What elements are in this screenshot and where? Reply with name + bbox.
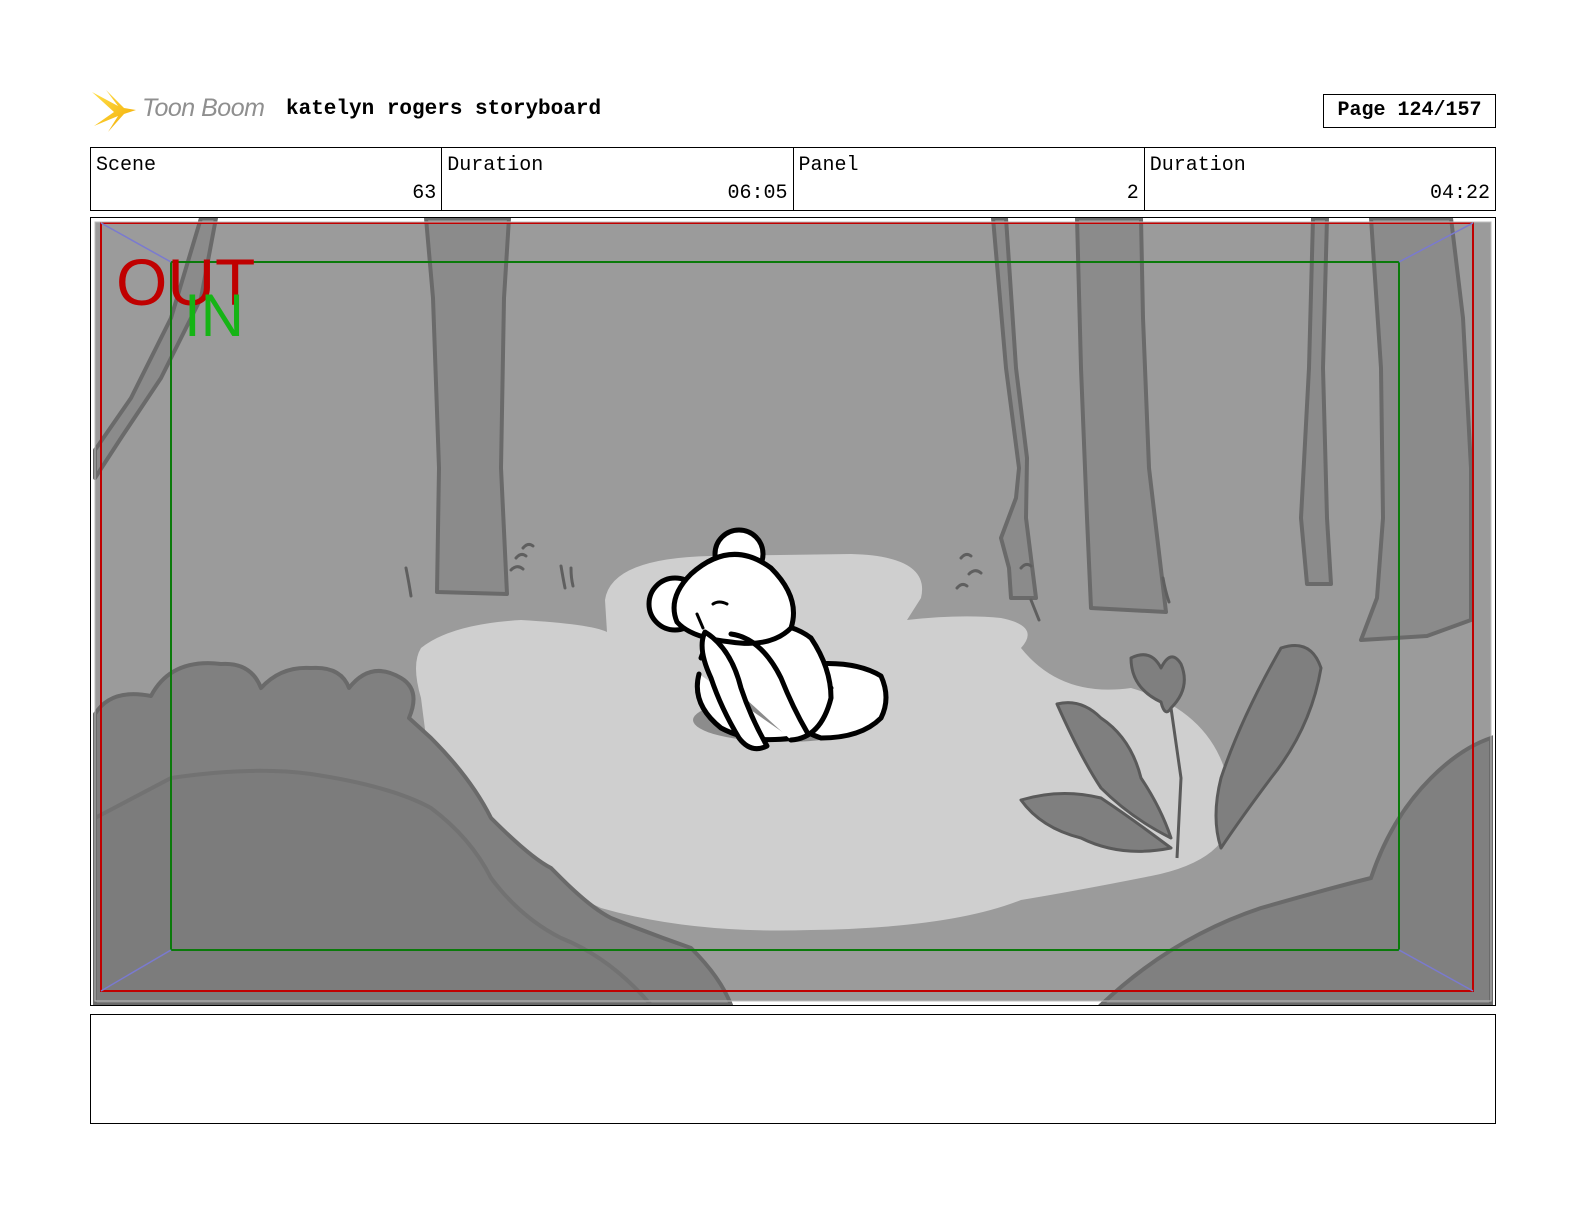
scene-cell: Scene 63 [91,148,443,210]
panel-duration-cell: Duration 04:22 [1145,148,1495,210]
panel-cell: Panel 2 [794,148,1145,210]
in-marker: IN [184,282,244,349]
document-title: katelyn rogers storyboard [286,98,602,121]
scene-duration-cell: Duration 06:05 [442,148,794,210]
toon-boom-logo: Toon Boom [90,86,276,136]
panel-drawing [91,218,1495,1005]
storyboard-panel: OUT IN [90,217,1496,1006]
scene-label: Scene [96,154,157,177]
panel-duration-value: 04:22 [1429,182,1490,205]
panel-value: 2 [1126,182,1139,205]
logo-text: Toon Boom [142,94,265,122]
panel-duration-label: Duration [1149,154,1246,177]
scene-value: 63 [412,182,437,205]
panel-label: Panel [798,154,859,177]
scene-duration-value: 06:05 [727,182,788,205]
panel-info-row: Scene 63 Duration 06:05 Panel 2 Duration… [90,147,1496,211]
starburst-icon [92,90,136,132]
page-number: Page 124/157 [1323,94,1496,128]
scene-duration-label: Duration [447,154,544,177]
notes-box [90,1014,1496,1124]
